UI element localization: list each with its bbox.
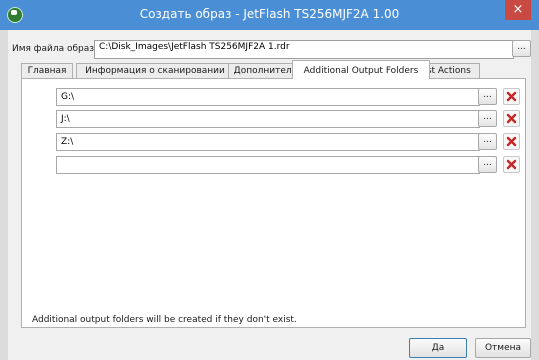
folder-input-1[interactable]: G:\ (56, 88, 480, 106)
tab-scan-info[interactable]: Информация о сканировании (76, 63, 234, 78)
hint-text: Additional output folders will be create… (32, 315, 297, 325)
delete-folder-button-3[interactable] (503, 133, 520, 150)
ok-button[interactable]: Да (409, 338, 467, 358)
file-browse-button[interactable]: ... (512, 40, 531, 57)
title-bar[interactable]: Создать образ - JetFlash TS256MJF2A 1.00… (0, 0, 539, 30)
delete-folder-button-2[interactable] (503, 110, 520, 127)
create-image-dialog: Создать образ - JetFlash TS256MJF2A 1.00… (0, 0, 539, 360)
tab-main[interactable]: Главная (21, 63, 73, 78)
delete-x-icon (506, 91, 517, 102)
cancel-button[interactable]: Отмена (475, 338, 531, 358)
tab-additional-output-folders[interactable]: Additional Output Folders (292, 60, 430, 79)
folder-browse-button-2[interactable]: ... (478, 110, 497, 127)
delete-x-icon (506, 159, 517, 170)
file-name-label: Имя файла образа: (12, 44, 103, 54)
delete-x-icon (506, 136, 517, 147)
folder-browse-button-1[interactable]: ... (478, 88, 497, 105)
window-title: Создать образ - JetFlash TS256MJF2A 1.00 (139, 7, 400, 21)
close-button[interactable]: × (505, 0, 531, 20)
folder-input-2[interactable]: J:\ (56, 110, 480, 128)
folder-browse-button-4[interactable]: ... (478, 156, 497, 173)
file-name-input[interactable]: C:\Disk_Images\JetFlash TS256MJF2A 1.rdr (94, 40, 514, 59)
delete-x-icon (506, 113, 517, 124)
folder-input-3[interactable]: Z:\ (56, 133, 480, 151)
delete-folder-button-1[interactable] (503, 88, 520, 105)
folder-browse-button-3[interactable]: ... (478, 133, 497, 150)
folder-input-4[interactable] (56, 156, 480, 174)
delete-folder-button-4[interactable] (503, 156, 520, 173)
